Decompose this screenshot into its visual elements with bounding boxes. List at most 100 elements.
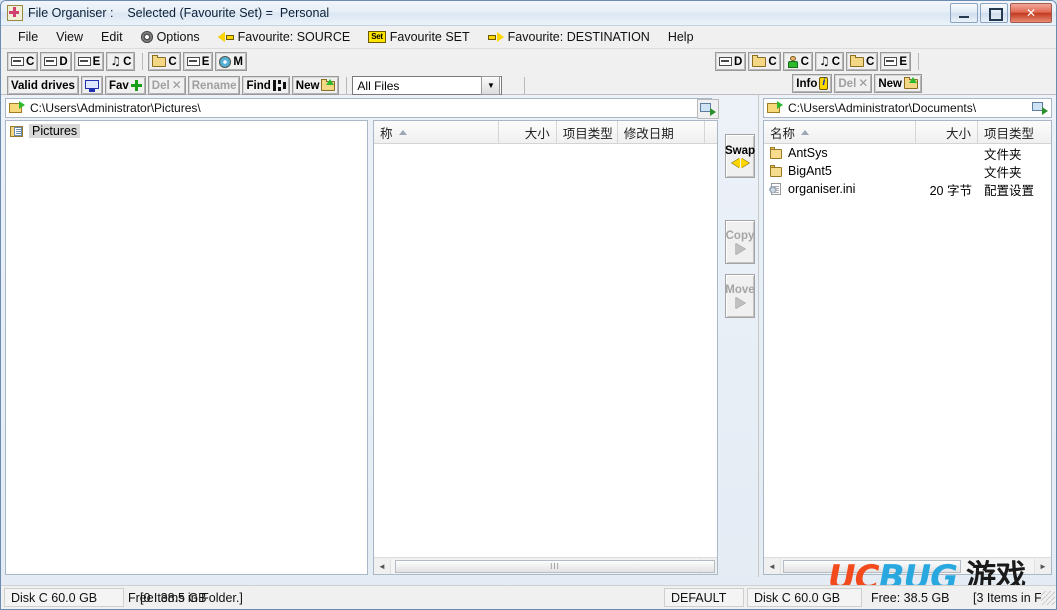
folder-icon	[770, 165, 783, 177]
right-drive-button-d[interactable]: D	[715, 52, 747, 71]
source-file-list[interactable]: 称 大小 项目类型 修改日期 ◄ III	[373, 120, 718, 575]
scroll-track[interactable]	[781, 558, 1034, 574]
toolbar-separator	[524, 77, 526, 94]
right-folder-button-c2[interactable]: C	[846, 52, 879, 71]
source-horizontal-scrollbar[interactable]: ◄ III ►	[374, 557, 717, 574]
resize-grip-icon[interactable]	[1041, 590, 1055, 605]
menu-label: Options	[156, 30, 200, 44]
status-left-free: Free: 38.5 GB	[128, 590, 207, 605]
music-button-c[interactable]: ♫ C	[106, 52, 136, 71]
file-filter-dropdown[interactable]: All Files ▼	[352, 76, 503, 95]
plus-green-icon	[130, 80, 142, 91]
find-label: Find	[246, 79, 271, 92]
file-name: AntSys	[788, 146, 828, 160]
destination-list-rows[interactable]: AntSys 文件夹 BigAnt5 文件夹 organiser.ini 20 …	[764, 144, 1051, 557]
menu-item-help[interactable]: Help	[659, 28, 703, 46]
scroll-thumb[interactable]: III	[395, 559, 715, 573]
menu-item-options[interactable]: Options	[132, 28, 209, 46]
source-list-rows[interactable]	[374, 144, 717, 557]
minimize-button[interactable]	[950, 3, 978, 23]
fav-folder-button-c[interactable]: C	[148, 52, 181, 71]
new-folder-button-left[interactable]: New	[291, 76, 340, 95]
table-row[interactable]: AntSys 文件夹	[764, 144, 1051, 162]
source-pane: C:\Users\Administrator\Pictures\ Picture…	[1, 95, 758, 577]
menu-label: Edit	[101, 30, 123, 44]
destination-file-list[interactable]: 名称 大小 项目类型 AntSys 文件夹 BigAnt5 文件夹 organi…	[763, 120, 1052, 575]
delete-button-left[interactable]: Del ✕	[147, 76, 186, 95]
scroll-right-arrow-icon[interactable]: ►	[1034, 558, 1051, 574]
new-label: New	[878, 77, 902, 90]
chevron-down-icon[interactable]: ▼	[481, 76, 501, 95]
music-icon: ♫	[110, 54, 122, 68]
copy-button[interactable]: Copy	[725, 220, 755, 264]
info-button[interactable]: Info	[792, 74, 833, 93]
destination-path-bar[interactable]: C:\Users\Administrator\Documents\	[763, 98, 1052, 118]
source-list-header: 称 大小 项目类型 修改日期	[374, 121, 717, 144]
destination-path-go-button[interactable]	[1030, 99, 1050, 117]
fav-add-button[interactable]: Fav	[104, 76, 146, 95]
menu-item-favourite-destination[interactable]: Favourite: DESTINATION	[479, 28, 659, 46]
open-folder-go-icon	[767, 101, 783, 115]
table-row[interactable]: organiser.ini 20 字节 配置设置	[764, 180, 1051, 198]
column-header-type[interactable]: 项目类型	[557, 121, 618, 143]
drive-button-d[interactable]: D	[40, 52, 72, 71]
panes-container: C:\Users\Administrator\Pictures\ Picture…	[1, 95, 1056, 577]
close-button[interactable]: ✕	[1010, 3, 1052, 23]
column-header-modified[interactable]: 修改日期	[618, 121, 706, 143]
arrow-left-yellow-icon	[217, 31, 234, 43]
fav-cd-button-m[interactable]: M	[215, 52, 247, 71]
right-music-button-c[interactable]: ♫ C	[814, 52, 845, 71]
drive-icon	[77, 57, 91, 66]
column-header-name[interactable]: 称	[374, 121, 500, 143]
folder-tree[interactable]: Pictures	[5, 120, 368, 575]
drive-button-e[interactable]: E	[73, 52, 105, 71]
column-header-size[interactable]: 大小	[916, 121, 978, 143]
drive-button-c[interactable]: C	[7, 52, 39, 71]
tree-item-pictures[interactable]: Pictures	[6, 121, 367, 141]
toolbar-separator	[918, 53, 919, 70]
menu-item-favourite-source[interactable]: Favourite: SOURCE	[209, 28, 360, 46]
column-label: 项目类型	[984, 126, 1035, 141]
swap-button[interactable]: Swap	[725, 134, 755, 178]
maximize-button[interactable]	[980, 3, 1008, 23]
file-filter-value: All Files	[357, 78, 400, 93]
destination-horizontal-scrollbar[interactable]: ◄ ►	[764, 557, 1051, 574]
app-icon	[7, 5, 23, 21]
rename-button-left[interactable]: Rename	[187, 76, 241, 95]
fav-drive-button-e[interactable]: E	[182, 52, 214, 71]
destination-path-text[interactable]: C:\Users\Administrator\Documents\	[786, 101, 1030, 115]
find-button[interactable]: Find	[242, 76, 290, 95]
scroll-track[interactable]: III	[391, 558, 715, 574]
menu-item-edit[interactable]: Edit	[92, 28, 132, 46]
column-label: 称	[380, 126, 393, 141]
menu-label: File	[18, 30, 39, 44]
menu-item-file[interactable]: File	[9, 28, 47, 46]
my-computer-button[interactable]	[80, 76, 103, 95]
column-header-type[interactable]: 项目类型	[978, 121, 1051, 143]
scroll-thumb[interactable]	[783, 559, 961, 573]
status-left-items: [0 Items in Folder.]	[140, 590, 243, 605]
right-drive-button-e[interactable]: E	[880, 52, 911, 71]
menu-item-favourite-set[interactable]: Set Favourite SET	[359, 28, 478, 46]
scroll-left-arrow-icon[interactable]: ◄	[374, 558, 391, 574]
move-button[interactable]: Move	[725, 274, 755, 318]
column-header-size[interactable]: 大小	[499, 121, 557, 143]
new-folder-button-right[interactable]: New	[874, 74, 922, 93]
source-path-text[interactable]: C:\Users\Administrator\Pictures\	[28, 101, 711, 115]
delete-button-right[interactable]: Del ✕	[834, 74, 873, 93]
scroll-left-arrow-icon[interactable]: ◄	[764, 558, 781, 574]
column-header-filler	[705, 121, 717, 143]
folder-new-icon	[321, 78, 336, 91]
folder-doc-icon	[10, 125, 24, 138]
column-header-name[interactable]: 名称	[764, 121, 916, 143]
destination-pane: C:\Users\Administrator\Documents\ 名称 大小	[758, 95, 1056, 577]
source-path-go-button[interactable]	[697, 99, 719, 119]
column-label: 项目类型	[562, 126, 613, 141]
table-row[interactable]: BigAnt5 文件夹	[764, 162, 1051, 180]
right-folder-button-c[interactable]: C	[748, 52, 781, 71]
source-path-bar[interactable]: C:\Users\Administrator\Pictures\	[5, 98, 712, 118]
file-name: organiser.ini	[788, 182, 856, 196]
valid-drives-button[interactable]: Valid drives	[7, 76, 79, 95]
right-user-button-c[interactable]: C	[782, 52, 813, 71]
menu-item-view[interactable]: View	[47, 28, 92, 46]
